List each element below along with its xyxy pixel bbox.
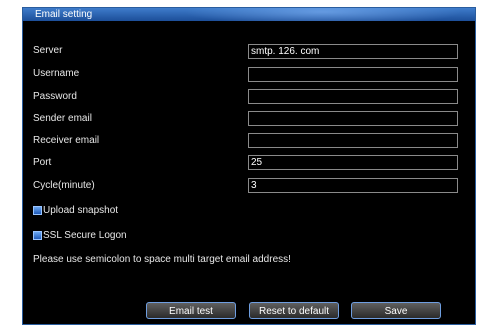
save-button[interactable]: Save [351, 302, 441, 319]
username-label: Username [33, 68, 80, 79]
email-test-button[interactable]: Email test [146, 302, 236, 319]
upload-snapshot-checkbox[interactable] [33, 205, 42, 215]
cycle-input[interactable]: 3 [248, 178, 458, 193]
dialog-title: Email setting [35, 9, 93, 20]
sender-email-input[interactable] [248, 111, 458, 126]
password-input[interactable] [248, 89, 458, 104]
port-label: Port [33, 157, 52, 168]
cycle-label: Cycle(minute) [33, 180, 95, 191]
upload-snapshot-option[interactable]: Upload snapshot [33, 203, 118, 217]
reset-to-default-button[interactable]: Reset to default [249, 302, 339, 319]
upload-snapshot-label: Upload snapshot [43, 204, 119, 216]
port-input[interactable]: 25 [248, 155, 458, 170]
ssl-secure-logon-checkbox[interactable] [33, 230, 42, 240]
password-label: Password [33, 91, 77, 102]
username-input[interactable] [248, 67, 458, 82]
ssl-secure-logon-label: SSL Secure Logon [43, 229, 127, 241]
email-setting-dialog: Email setting Server smtp. 126. com User… [22, 7, 476, 325]
title-bar: Email setting [23, 8, 475, 21]
receiver-email-input[interactable] [248, 133, 458, 148]
hint-text: Please use semicolon to space multi targ… [33, 254, 291, 265]
sender-email-label: Sender email [33, 113, 92, 124]
receiver-email-label: Receiver email [33, 135, 100, 146]
server-label: Server [33, 45, 63, 56]
ssl-secure-logon-option[interactable]: SSL Secure Logon [33, 228, 127, 242]
server-input[interactable]: smtp. 126. com [248, 44, 458, 59]
